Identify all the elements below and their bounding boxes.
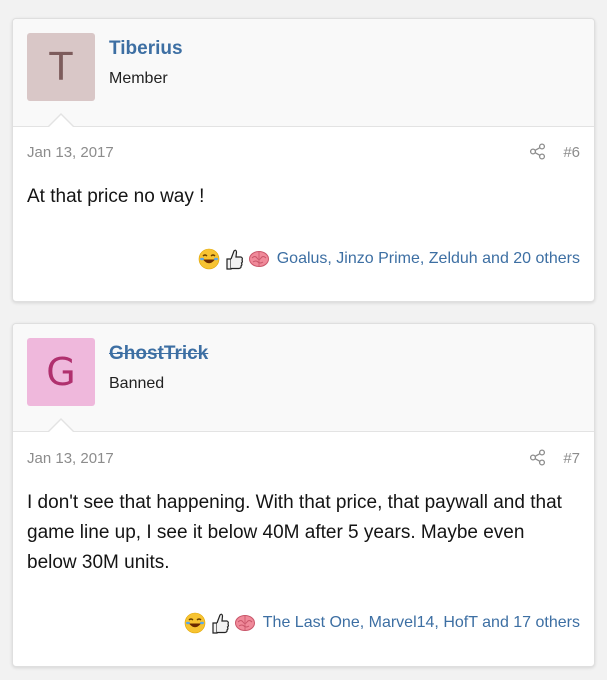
share-icon[interactable]: [529, 143, 546, 164]
reactions-bar[interactable]: The Last One, Marvel14, HofT and 17 othe…: [184, 611, 580, 635]
username-link[interactable]: Tiberius: [109, 38, 183, 60]
post-number[interactable]: #7: [563, 450, 580, 467]
laughing-emoji-icon: [198, 248, 220, 270]
post-number[interactable]: #6: [563, 144, 580, 161]
brain-icon: [234, 613, 256, 633]
pointer-arrow: [49, 115, 73, 127]
share-icon[interactable]: [529, 449, 546, 470]
user-title: Banned: [109, 375, 165, 392]
post-date[interactable]: Jan 13, 2017: [27, 144, 114, 161]
reactions-list[interactable]: The Last One, Marvel14, HofT and 17 othe…: [263, 614, 580, 632]
pointer-arrow: [49, 420, 73, 432]
reactions-list[interactable]: Goalus, Jinzo Prime, Zelduh and 20 other…: [277, 250, 580, 268]
avatar[interactable]: T: [27, 33, 95, 101]
username-link[interactable]: GhostTrick: [109, 343, 208, 365]
post-message: At that price no way !: [27, 186, 205, 207]
thumbs-up-icon: [223, 247, 245, 271]
user-title: Member: [109, 70, 168, 87]
avatar-letter: T: [49, 45, 73, 89]
forum-post: G GhostTrick Banned Jan 13, 2017 #7 I do…: [12, 323, 595, 667]
thumbs-up-icon: [209, 611, 231, 635]
post-user-header: G GhostTrick Banned: [13, 324, 594, 432]
post-message: I don't see that happening. With that pr…: [27, 492, 562, 573]
avatar[interactable]: G: [27, 338, 95, 406]
laughing-emoji-icon: [184, 612, 206, 634]
post-user-header: T Tiberius Member: [13, 19, 594, 127]
avatar-letter: G: [46, 350, 76, 394]
forum-post: T Tiberius Member Jan 13, 2017 #6 At tha…: [12, 18, 595, 302]
reactions-bar[interactable]: Goalus, Jinzo Prime, Zelduh and 20 other…: [198, 247, 580, 271]
post-date[interactable]: Jan 13, 2017: [27, 450, 114, 467]
brain-icon: [248, 249, 270, 269]
